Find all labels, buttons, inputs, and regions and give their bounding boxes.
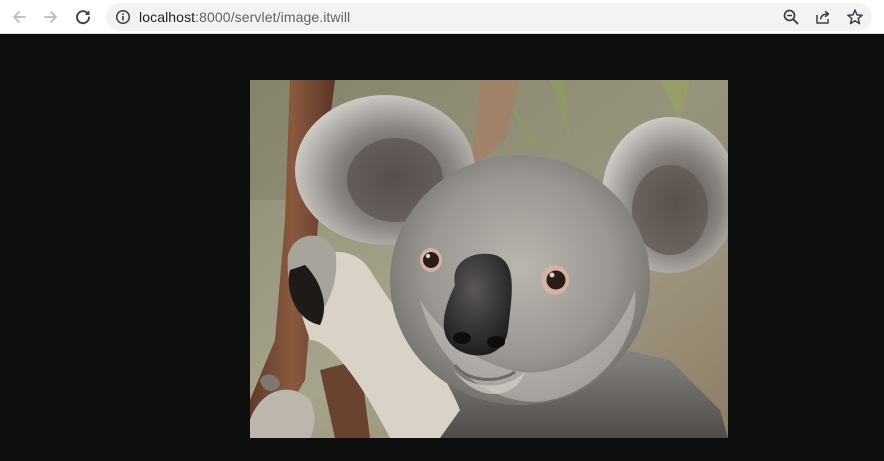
reload-button[interactable] (71, 5, 95, 29)
browser-toolbar: localhost:8000/servlet/image.itwill (0, 0, 884, 34)
koala-image[interactable] (250, 80, 728, 438)
reload-icon (76, 10, 90, 25)
share-button[interactable] (814, 8, 832, 26)
forward-button[interactable] (39, 5, 63, 29)
share-icon (816, 10, 830, 24)
zoom-out-icon (783, 9, 799, 25)
arrow-right-icon (44, 11, 57, 23)
url-text[interactable]: localhost:8000/servlet/image.itwill (139, 9, 350, 25)
zoom-button[interactable] (782, 8, 800, 26)
address-bar[interactable]: localhost:8000/servlet/image.itwill (106, 3, 872, 31)
bookmark-button[interactable] (846, 8, 864, 26)
back-button[interactable] (7, 5, 31, 29)
star-icon (847, 9, 863, 25)
info-icon[interactable] (115, 9, 131, 25)
page-viewport (0, 34, 884, 461)
url-path: :8000/servlet/image.itwill (195, 9, 351, 25)
url-host: localhost (139, 9, 196, 25)
arrow-left-icon (13, 11, 26, 23)
